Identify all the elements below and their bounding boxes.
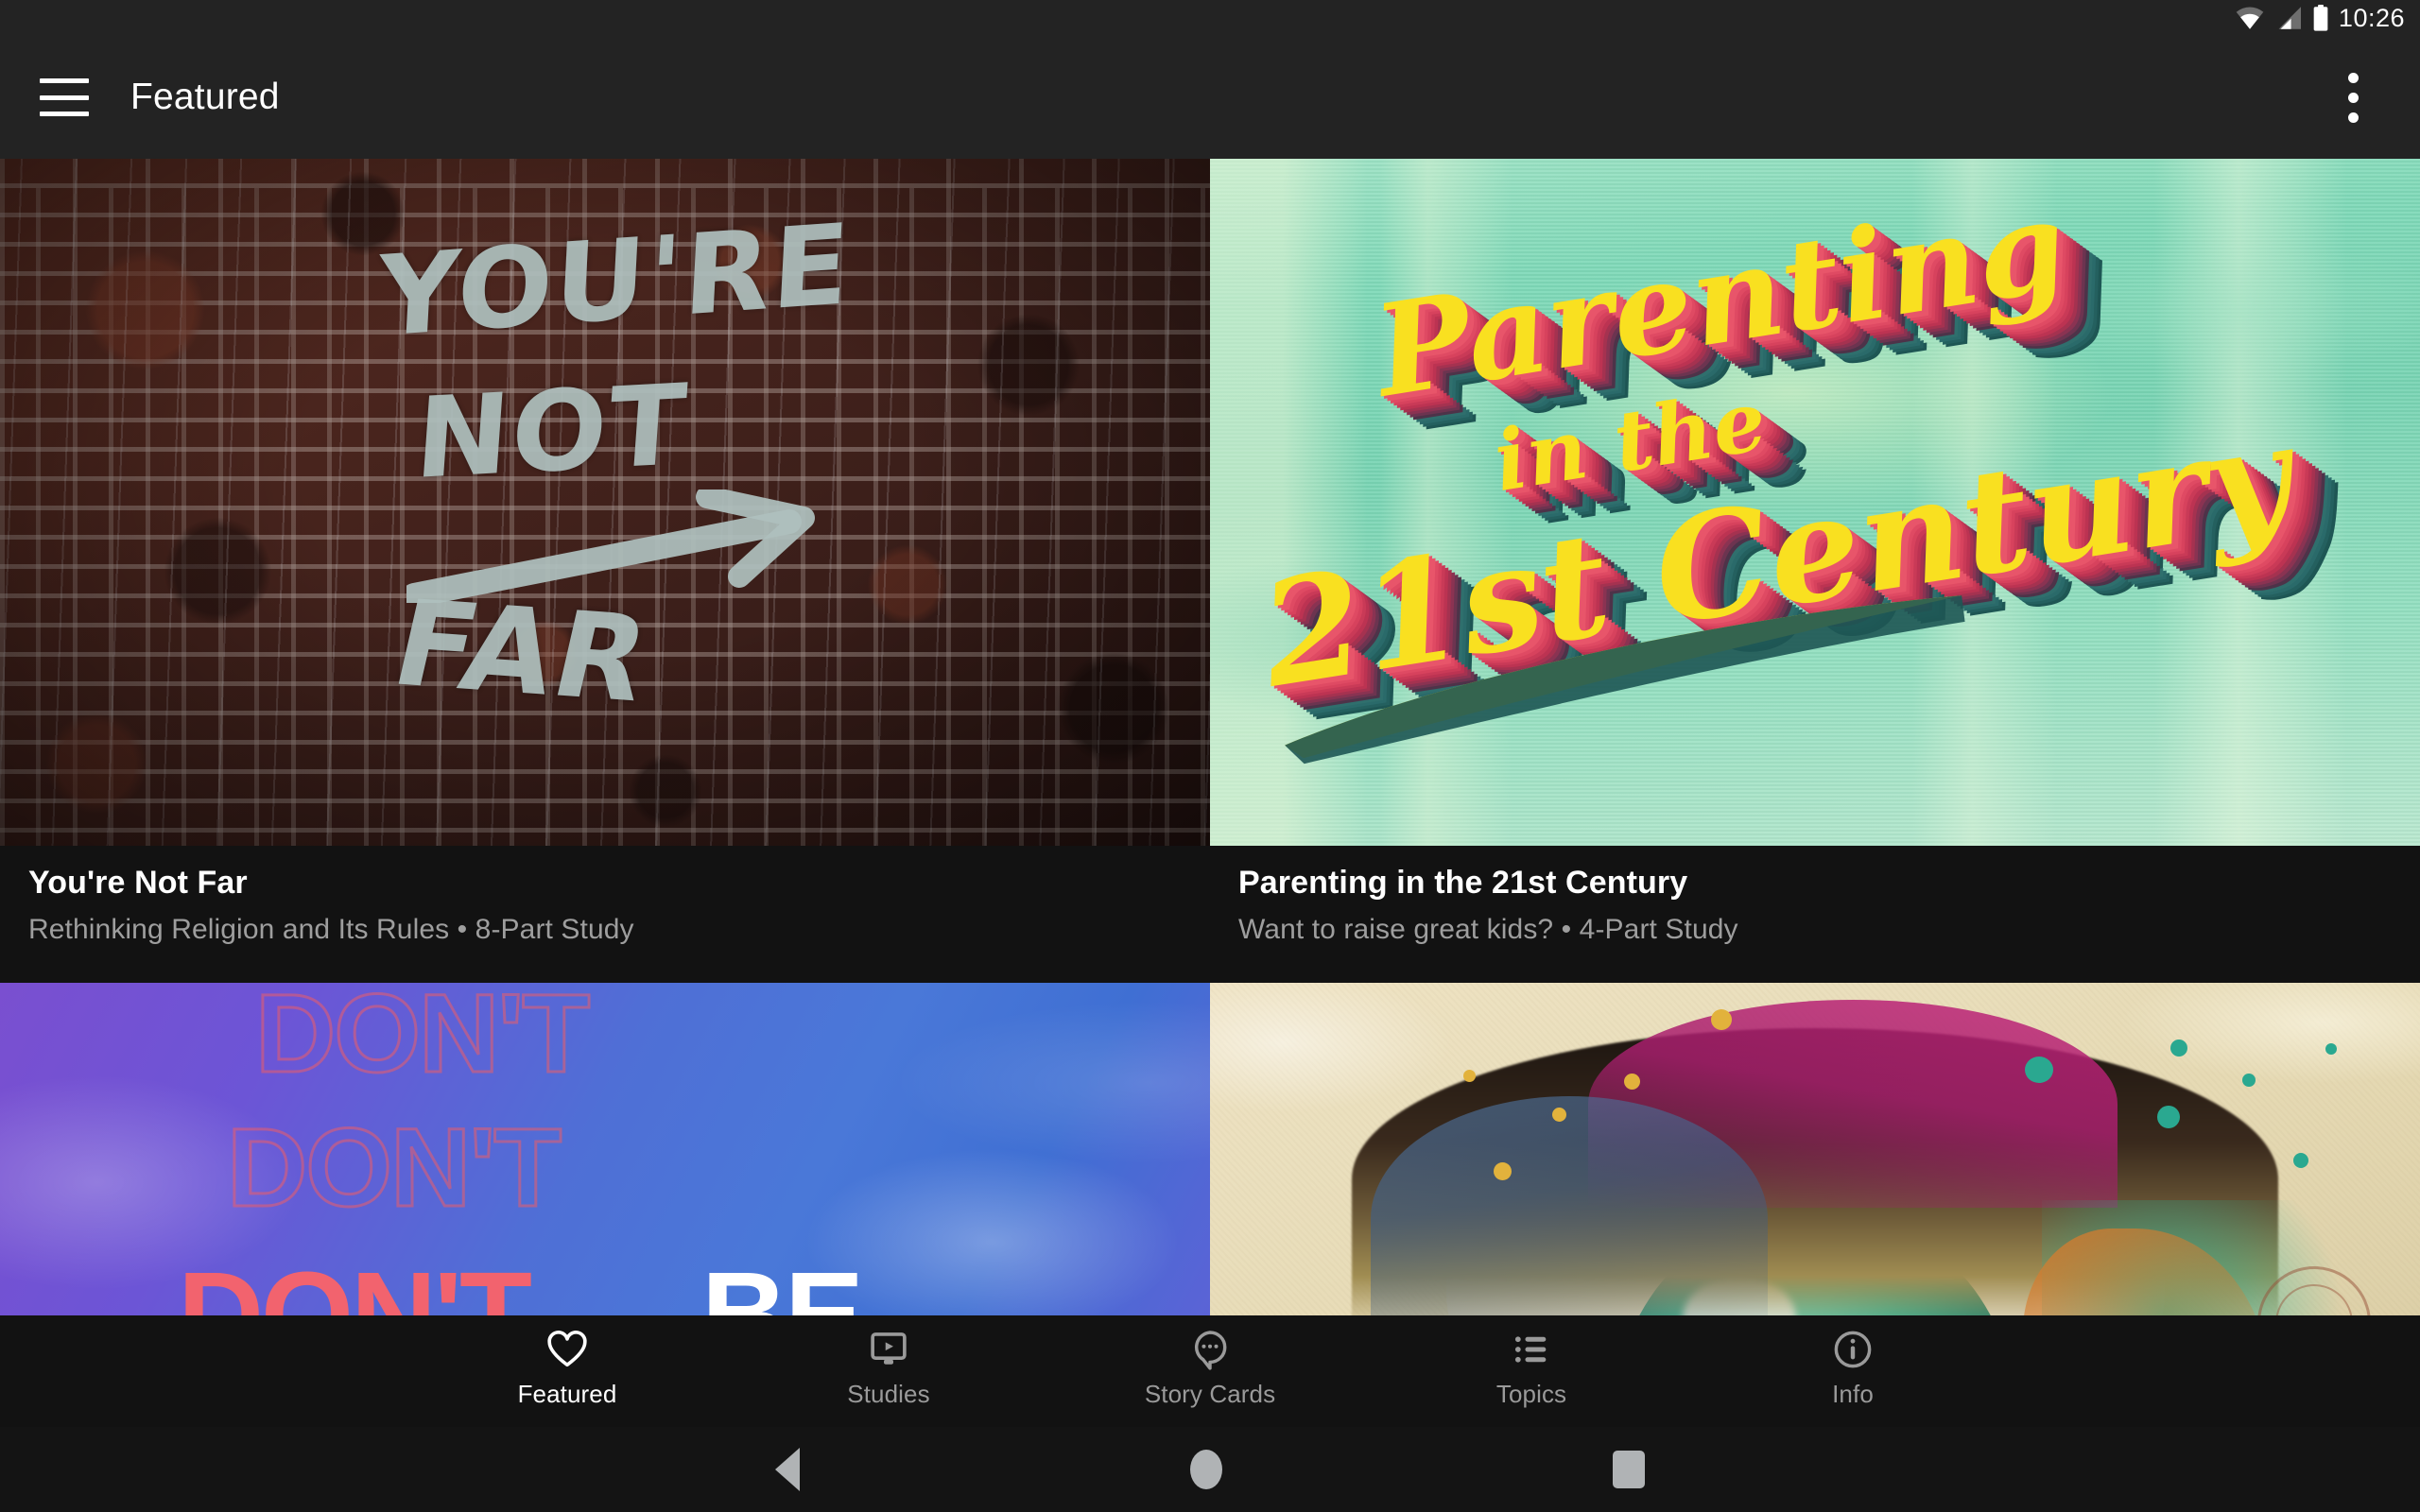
- hamburger-menu-icon[interactable]: [40, 78, 89, 116]
- battery-icon: [2313, 5, 2328, 31]
- card-subtitle: Want to raise great kids? • 4-Part Study: [1238, 913, 1738, 945]
- app-bar: Featured: [0, 36, 2420, 159]
- featured-card[interactable]: turned the water into wine, and did not …: [1210, 983, 2420, 1315]
- paint-splatter: [1463, 1070, 1476, 1082]
- card-row-2: DON'T DON'T DON'T BE YOU turned the wate…: [0, 983, 2420, 1315]
- paint-splatter: [2025, 1057, 2053, 1083]
- bottom-navigation-bar: Featured Studies Story Cards Topics Info: [0, 1315, 2420, 1427]
- featured-card[interactable]: DON'T DON'T DON'T BE YOU: [0, 983, 1210, 1315]
- paint-splatter: [1552, 1108, 1566, 1122]
- speech-bubble-icon: [1194, 1331, 1227, 1370]
- video-screen-icon: [871, 1332, 907, 1365]
- card-meta: You're Not Far Rethinking Religion and I…: [0, 846, 1210, 983]
- status-bar-clock: 10:26: [2338, 3, 2405, 32]
- nav-label: Info: [1832, 1380, 1874, 1408]
- card-subtitle: Rethinking Religion and Its Rules • 8-Pa…: [28, 913, 634, 945]
- featured-card[interactable]: YOU'RE NOT FAR You're Not Far Rethinking…: [0, 159, 1210, 983]
- featured-card-grid: YOU'RE NOT FAR You're Not Far Rethinking…: [0, 159, 2420, 1315]
- paint-splatter: [1624, 1074, 1640, 1090]
- nav-item-story-cards[interactable]: Story Cards: [1049, 1315, 1371, 1409]
- parenting-title-lettering: Parenting in the 21st Century: [1210, 159, 2420, 846]
- paint-splatter: [2157, 1106, 2180, 1128]
- system-nav-buttons: [775, 1448, 1645, 1491]
- nav-item-featured[interactable]: Featured: [406, 1315, 728, 1409]
- graffiti-arrow-icon: [406, 490, 815, 603]
- graffiti-line-2: NOT: [411, 359, 692, 504]
- android-system-navigation-bar: [0, 1427, 2420, 1512]
- paint-splatter: [2293, 1153, 2308, 1168]
- nav-label: Topics: [1495, 1380, 1567, 1408]
- more-vertical-icon[interactable]: [2320, 55, 2386, 140]
- paint-splatter: [2170, 1040, 2187, 1057]
- heart-icon: [547, 1331, 587, 1367]
- bulleted-list-icon: [1514, 1336, 1547, 1363]
- painted-eye-collage-artwork[interactable]: turned the water into wine, and did not …: [1210, 983, 2420, 1315]
- paint-splatter: [2325, 1043, 2337, 1055]
- graffiti-lettering: YOU'RE NOT FAR: [0, 159, 1210, 846]
- nav-label: Story Cards: [1144, 1380, 1276, 1408]
- paint-splatter: [1711, 1009, 1732, 1030]
- recents-square-icon[interactable]: [1613, 1451, 1645, 1488]
- parenting-script-lettering-artwork[interactable]: Parenting in the 21st Century: [1210, 159, 2420, 846]
- paint-splatter: [2242, 1074, 2256, 1087]
- nav-label: Featured: [517, 1380, 617, 1408]
- nav-label: Studies: [847, 1380, 930, 1408]
- graffiti-line-3: FAR: [381, 576, 663, 730]
- nav-item-topics[interactable]: Topics: [1371, 1315, 1692, 1409]
- nav-item-studies[interactable]: Studies: [728, 1315, 1049, 1409]
- bottom-nav-items: Featured Studies Story Cards Topics Info: [406, 1315, 2014, 1409]
- cellular-signal-icon: [2278, 7, 2301, 29]
- status-bar: 10:26: [0, 0, 2420, 36]
- featured-card[interactable]: Parenting in the 21st Century Parenting …: [1210, 159, 2420, 983]
- card-title: Parenting in the 21st Century: [1238, 865, 1688, 901]
- page-title: Featured: [130, 77, 280, 117]
- wifi-icon: [2236, 7, 2264, 29]
- card-meta: Parenting in the 21st Century Want to ra…: [1210, 846, 2420, 983]
- ghost-text-2: DON'T: [225, 1105, 562, 1232]
- nav-item-info[interactable]: Info: [1692, 1315, 2014, 1409]
- be-text: BE: [701, 1247, 864, 1315]
- graffiti-line-1: YOU'RE: [374, 198, 855, 362]
- dont-be-you-torn-paper-artwork[interactable]: DON'T DON'T DON'T BE YOU: [0, 983, 1210, 1315]
- card-title: You're Not Far: [28, 865, 248, 901]
- ghost-text-1: DON'T: [253, 983, 591, 1098]
- back-triangle-icon[interactable]: [775, 1448, 800, 1491]
- info-circle-icon: [1834, 1331, 1872, 1368]
- paint-splatter: [1494, 1162, 1512, 1180]
- home-circle-icon[interactable]: [1190, 1450, 1222, 1489]
- card-row-1: YOU'RE NOT FAR You're Not Far Rethinking…: [0, 159, 2420, 983]
- dont-text: DON'T: [178, 1247, 532, 1315]
- brick-wall-graffiti-artwork[interactable]: YOU'RE NOT FAR: [0, 159, 1210, 846]
